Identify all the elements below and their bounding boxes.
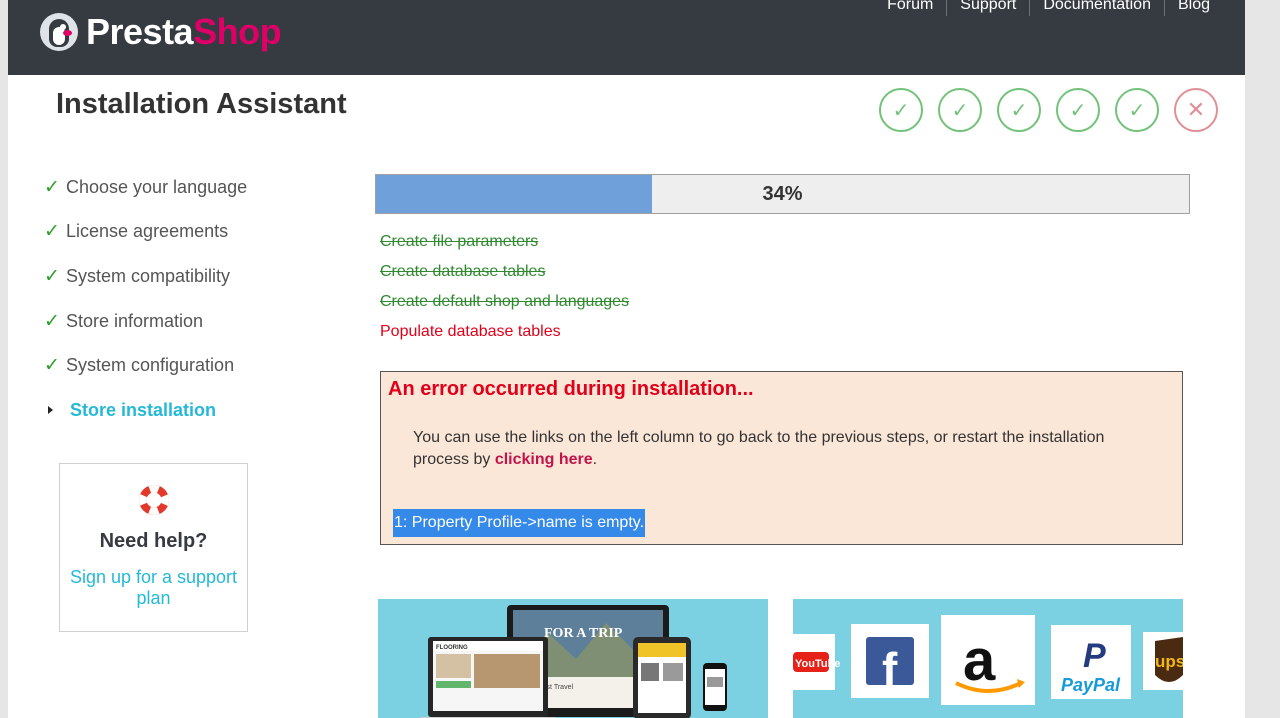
restart-installation-link[interactable]: clicking here: [495, 451, 593, 468]
step-3-check-icon: ✓: [997, 88, 1041, 132]
lifebuoy-icon: [139, 485, 169, 515]
step-system-compatibility[interactable]: ✓ System compatibility: [44, 254, 344, 299]
check-icon: ✓: [44, 176, 60, 198]
logo-text-shop: Shop: [193, 11, 282, 52]
step-label: Store information: [66, 310, 204, 331]
promo-banner-themes[interactable]: FOR A TRIP Best Travel FLOORING: [378, 599, 768, 718]
facebook-logo: f: [882, 643, 898, 695]
check-icon: ✓: [44, 355, 60, 377]
nav-link-blog[interactable]: Blog: [1165, 0, 1210, 16]
step-label: Choose your language: [66, 176, 248, 197]
paypal-logo: PayPal: [1061, 675, 1121, 695]
promo-headline: FOR A TRIP: [544, 626, 623, 641]
step-4-check-icon: ✓: [1056, 88, 1100, 132]
youtube-logo: YouTube: [795, 658, 840, 670]
step-progress-indicators: ✓ ✓ ✓ ✓ ✓ ✕: [879, 88, 1218, 132]
step-2-check-icon: ✓: [938, 88, 982, 132]
logo-wordmark: PrestaShop: [86, 11, 282, 52]
amazon-logo: a: [963, 628, 996, 693]
page-title: Installation Assistant: [56, 88, 347, 120]
promo-site-name: FLOORING: [436, 645, 468, 651]
step-store-installation: Store installation: [44, 388, 344, 433]
task-create-file-parameters: Create file parameters: [380, 233, 539, 250]
check-icon: ✓: [44, 221, 60, 243]
step-1-check-icon: ✓: [879, 88, 923, 132]
support-plan-link-text: Sign up for a support plan: [69, 567, 238, 608]
paypal-mark: P: [1083, 637, 1106, 675]
check-icon: ✓: [44, 310, 60, 332]
step-license-agreements[interactable]: ✓ License agreements: [44, 210, 344, 255]
installation-steps: ✓ Choose your language ✓ License agreement…: [44, 165, 344, 433]
step-label: System configuration: [66, 355, 235, 376]
ups-logo: ups: [1155, 652, 1183, 671]
progress-percentage: 34%: [762, 182, 803, 205]
step-label: License agreements: [66, 221, 229, 242]
error-title: An error occurred during installation...: [388, 378, 754, 400]
error-box: An error occurred during installation...…: [380, 371, 1183, 545]
installation-progress-bar: 34%: [375, 174, 1190, 214]
support-plan-link[interactable]: Sign up for a support plan: [60, 567, 247, 609]
installer-page: PrestaShop Forum Support Documentation B…: [8, 0, 1245, 718]
nav-link-forum[interactable]: Forum: [874, 0, 948, 16]
step-6-error-icon: ✕: [1174, 88, 1218, 132]
step-label: Store installation: [70, 399, 217, 420]
task-create-database-tables: Create database tables: [380, 263, 546, 280]
help-box: Need help? Sign up for a support plan: [59, 463, 248, 632]
nav-link-support[interactable]: Support: [947, 0, 1031, 16]
error-description: You can use the links on the left column…: [413, 427, 1153, 471]
step-system-configuration[interactable]: ✓ System configuration: [44, 343, 344, 388]
error-message[interactable]: 1: Property Profile->name is empty.: [393, 509, 646, 537]
step-5-check-icon: ✓: [1115, 88, 1159, 132]
prestashop-logo[interactable]: PrestaShop: [40, 11, 282, 52]
installation-tasks: Create file parameters Create database t…: [380, 229, 629, 349]
nav-link-documentation[interactable]: Documentation: [1030, 0, 1165, 16]
task-create-default-shop: Create default shop and languages: [380, 293, 630, 310]
puffin-logo-icon: [40, 13, 78, 51]
error-description-end: .: [592, 451, 598, 468]
devices-illustration: FOR A TRIP Best Travel FLOORING: [420, 605, 727, 718]
top-navigation: Forum Support Documentation Blog: [874, 0, 1210, 16]
logo-text-presta: Presta: [86, 11, 194, 52]
promo-banner-modules[interactable]: YouTube f a P PayPal ups: [793, 599, 1183, 718]
check-icon: ✓: [44, 265, 60, 287]
task-populate-database-tables: Populate database tables: [380, 323, 561, 340]
step-choose-language[interactable]: ✓ Choose your language: [44, 165, 344, 210]
caret-right-icon: [48, 406, 53, 415]
header-bar: PrestaShop Forum Support Documentation B…: [8, 0, 1245, 75]
help-title: Need help?: [99, 530, 208, 552]
step-store-information[interactable]: ✓ Store information: [44, 299, 344, 344]
step-label: System compatibility: [66, 265, 231, 286]
partner-logos: YouTube f a P PayPal ups: [793, 615, 1183, 705]
